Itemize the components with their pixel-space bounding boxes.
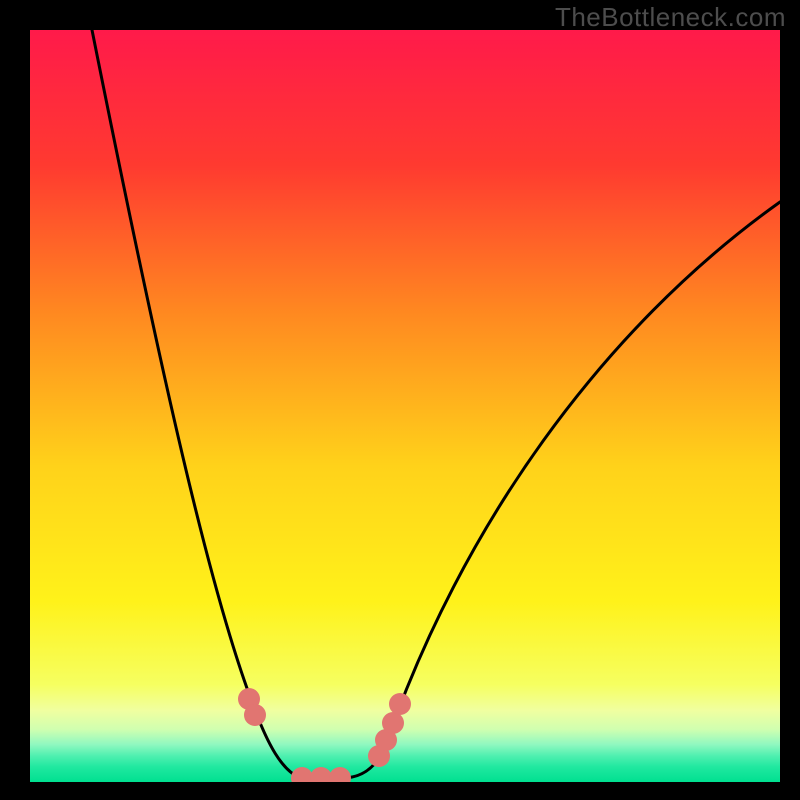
chart-background [30, 30, 780, 782]
data-point-8 [389, 693, 411, 715]
chart-svg [30, 30, 780, 782]
data-point-1 [244, 704, 266, 726]
watermark-text: TheBottleneck.com [555, 2, 786, 33]
chart-plot-area [30, 30, 780, 782]
chart-frame: TheBottleneck.com [0, 0, 800, 800]
data-point-7 [382, 712, 404, 734]
